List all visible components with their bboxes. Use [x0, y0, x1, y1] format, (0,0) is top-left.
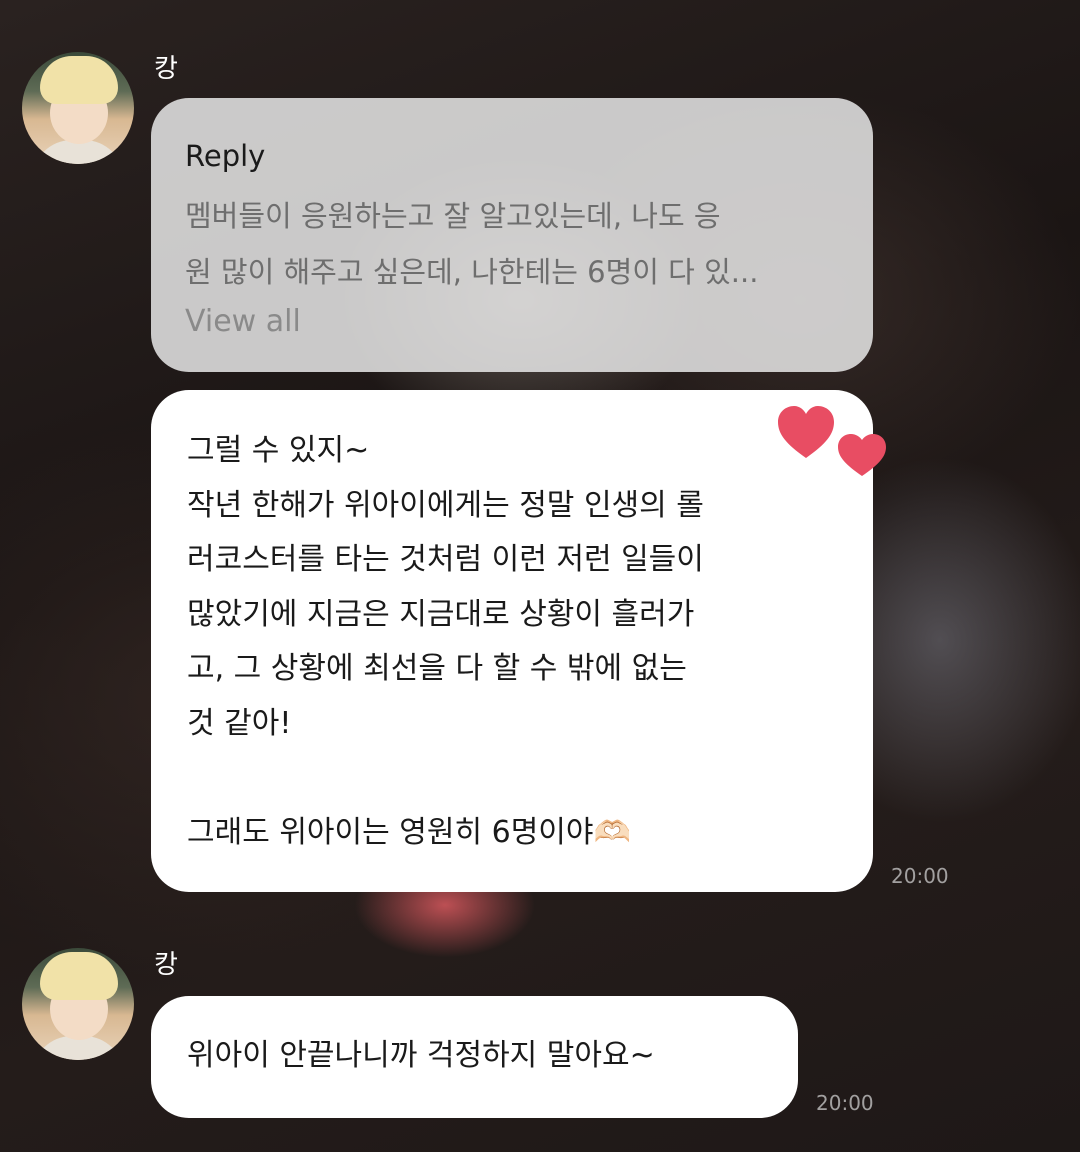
message-timestamp: 20:00: [891, 864, 949, 888]
message-bubble[interactable]: 그럴 수 있지~ 작년 한해가 위아이에게는 정말 인생의 롤 러코스터를 타는…: [151, 390, 873, 892]
avatar-hair: [40, 952, 118, 1000]
message-bubble[interactable]: 위아이 안끝나니까 걱정하지 말아요~: [151, 996, 798, 1118]
heart-small-icon: [838, 434, 886, 476]
message-text: 그럴 수 있지~ 작년 한해가 위아이에게는 정말 인생의 롤 러코스터를 타는…: [187, 433, 704, 850]
hearts-icon: [778, 406, 886, 476]
message-text: 위아이 안끝나니까 걱정하지 말아요~: [187, 1038, 655, 1073]
message-timestamp: 20:00: [816, 1091, 874, 1115]
avatar[interactable]: [22, 948, 134, 1060]
sender-name: 캉: [154, 54, 178, 84]
avatar-hair: [40, 56, 118, 104]
reply-quoted-text: 멤버들이 응원하는고 잘 알고있는데, 나도 응 원 많이 해주고 싶은데, 나…: [185, 199, 759, 289]
reply-label: Reply: [185, 139, 266, 173]
view-all-link[interactable]: View all: [185, 302, 839, 342]
avatar[interactable]: [22, 52, 134, 164]
heart-large-icon: [778, 406, 834, 458]
reply-quote-bubble[interactable]: Reply 멤버들이 응원하는고 잘 알고있는데, 나도 응 원 많이 해주고 …: [151, 98, 873, 372]
sender-name: 캉: [154, 950, 178, 980]
